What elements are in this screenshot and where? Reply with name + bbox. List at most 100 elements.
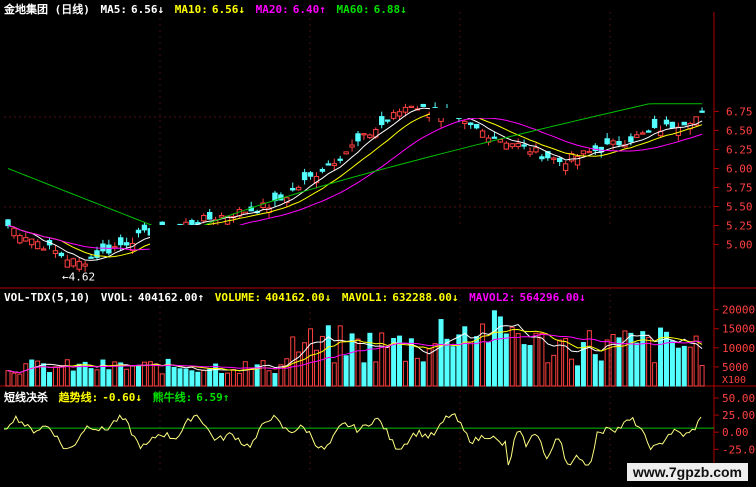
ma5-value: 6.56↓ — [131, 3, 165, 16]
candle-body — [645, 130, 652, 133]
osc-legend: 短线决杀 趋势线: -0.60↓ 熊牛线: 6.59↑ — [4, 389, 233, 405]
volume-bar — [242, 361, 248, 387]
candle-body — [141, 224, 148, 231]
price-tick-label: 5.00 — [726, 239, 753, 252]
volume-bar — [88, 368, 94, 387]
volume-bar — [379, 332, 385, 387]
candle-body — [479, 130, 486, 138]
candle-body — [206, 212, 213, 220]
volume-bar — [681, 345, 687, 387]
trend-label: 趋势线: — [58, 391, 99, 404]
candle-body — [663, 119, 670, 125]
candle-body — [651, 118, 658, 128]
candle-body — [100, 243, 106, 252]
candle-body — [301, 172, 308, 181]
volume-bar — [598, 360, 604, 387]
volume-bar — [183, 368, 189, 387]
bull-label: 熊牛线: — [152, 391, 193, 404]
price-tick-label: 5.50 — [726, 201, 753, 214]
bull-value: 6.59↑ — [196, 391, 230, 404]
volume-bar — [527, 344, 533, 387]
candle-body — [562, 163, 569, 171]
candle-body — [367, 134, 373, 139]
volume-bar — [58, 365, 64, 387]
volume-bar — [361, 362, 367, 387]
volume-bar — [426, 348, 432, 387]
price-tick-label: 6.25 — [726, 143, 753, 156]
candle-body — [11, 227, 17, 237]
candle-body — [34, 241, 41, 250]
volume-bar — [94, 369, 100, 387]
trend-line — [3, 413, 702, 466]
candle-body — [201, 214, 207, 222]
volume-bar — [266, 370, 272, 387]
candle-body — [497, 139, 504, 143]
volume-bar — [248, 367, 254, 387]
volume-bar — [521, 344, 527, 387]
candle-body — [551, 157, 557, 160]
chart-canvas[interactable]: 6.75 6.50 6.25 6.00 5.75 5.50 5.25 5.00 ←4.62 200… — [0, 0, 756, 487]
volume-bar — [468, 341, 474, 387]
candle-body — [118, 237, 124, 246]
volume-bar — [230, 369, 236, 387]
candle-body — [503, 142, 510, 150]
volume-bar — [515, 333, 521, 387]
candle-body — [82, 263, 88, 267]
volume-bar — [308, 328, 314, 387]
candle-body — [17, 235, 23, 244]
volume-bar — [213, 363, 219, 387]
price-legend: 金地集团 (日线) MA5: 6.56↓ MA10: 6.56↓ MA20: 6.40… — [4, 1, 411, 17]
volume-bar — [367, 332, 373, 387]
candle-body — [420, 103, 426, 107]
volume-bar — [669, 340, 675, 387]
ma60-label: MA60: — [336, 3, 370, 16]
price-tick-label: 5.75 — [726, 182, 753, 195]
candle-body — [604, 138, 610, 145]
volume-bar — [628, 332, 634, 387]
volume-bar — [491, 310, 497, 387]
candle-body — [290, 187, 296, 191]
candle-body — [640, 132, 646, 135]
mavol2-label: MAVOL2: — [469, 291, 516, 304]
volume-bar — [47, 372, 53, 387]
ma20-value: 6.40↑ — [292, 3, 326, 16]
volume-bar — [201, 369, 207, 387]
volume-tick-label: 5000 — [722, 361, 749, 374]
volume-bar — [533, 332, 539, 387]
volume-bar — [574, 365, 580, 387]
volume-bar — [652, 362, 658, 387]
blank-area — [430, 108, 580, 118]
volume-bar — [438, 319, 444, 387]
volume-bar — [592, 354, 598, 387]
volume-bar — [444, 338, 450, 387]
candle-body — [337, 158, 343, 161]
candle-body — [355, 133, 361, 142]
volume-bar — [52, 366, 58, 387]
candle-body — [189, 219, 195, 226]
price-tick-label: 6.00 — [726, 162, 753, 175]
ma5-label: MA5: — [100, 3, 128, 16]
osc-tick-label: 50.00 — [722, 392, 755, 405]
candle-body — [349, 144, 355, 148]
volume-bar — [219, 372, 225, 387]
volume-tick-label: 10000 — [722, 342, 755, 355]
volume-bar — [136, 365, 142, 387]
vvol-value: 404162.00↑ — [137, 291, 205, 304]
candle-body — [527, 151, 533, 155]
candle-body — [135, 229, 142, 234]
mavol20-line — [7, 333, 703, 374]
candle-body — [218, 215, 225, 218]
volume-bar — [663, 331, 669, 387]
volume-bar — [385, 346, 391, 387]
volume-bar — [509, 326, 515, 387]
candle-body — [361, 133, 367, 136]
volume-bar — [153, 363, 159, 387]
blank-area — [150, 225, 712, 287]
volume-bar — [569, 358, 575, 387]
candle-body — [52, 250, 59, 254]
candle-body — [681, 121, 687, 126]
candle-body — [634, 134, 640, 138]
vvol-label: VVOL: — [100, 291, 134, 304]
volume-bar — [539, 332, 545, 387]
volume-bar — [503, 333, 509, 387]
